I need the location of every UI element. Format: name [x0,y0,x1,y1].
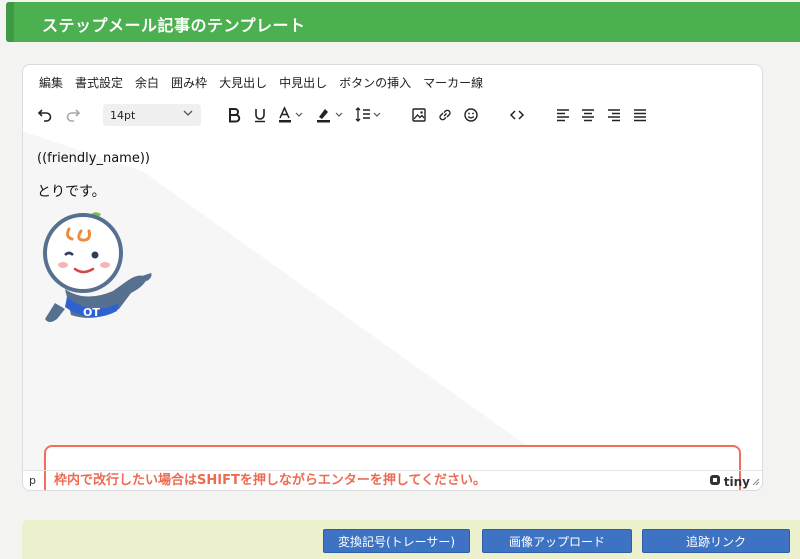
font-size-value: 14pt [110,108,136,122]
content-line-greeting: とりです。 [37,184,106,200]
tiny-brand-text: tiny [723,474,750,489]
highlight-color-icon[interactable] [315,104,347,126]
header-bar: ステップメール記事のテンプレート [6,2,800,42]
editor-toolbar: 14pt [23,99,762,131]
chevron-down-icon [183,108,193,121]
editor-content-area[interactable]: ((friendly_name)) とりです。 OT 枠内で改行したい場合はSH… [23,131,762,490]
menu-box[interactable]: 囲み枠 [171,74,207,91]
resize-handle-icon[interactable] [752,471,760,490]
align-justify-icon[interactable] [630,104,650,126]
align-left-icon[interactable] [553,104,573,126]
conversion-code-button[interactable]: 変換記号(トレーサー) [323,529,470,553]
menu-marker-line[interactable]: マーカー線 [423,74,483,91]
font-size-select[interactable]: 14pt [103,104,201,126]
emoji-icon[interactable] [461,104,481,126]
mascot-sash-label: OT [83,306,100,319]
menu-edit[interactable]: 編集 [39,74,63,91]
code-icon[interactable] [507,104,527,126]
mascot-image[interactable]: OT [35,211,155,335]
redo-icon[interactable] [63,104,83,126]
menu-insert-button[interactable]: ボタンの挿入 [339,74,411,91]
align-center-icon[interactable] [578,104,598,126]
menu-large-heading[interactable]: 大見出し [219,74,267,91]
element-path[interactable]: p [29,474,36,487]
menu-format[interactable]: 書式設定 [75,74,123,91]
tracking-link-button[interactable]: 追跡リンク [642,529,790,553]
undo-icon[interactable] [35,104,55,126]
tiny-brand-link[interactable]: tiny [709,474,750,489]
footer-bar: 変換記号(トレーサー) 画像アップロード 追跡リンク [22,520,800,559]
bold-icon[interactable] [225,104,243,126]
editor-menubar: 編集 書式設定 余白 囲み枠 大見出し 中見出し ボタンの挿入 マーカー線 [23,65,762,99]
content-line-friendly-name: ((friendly_name)) [37,151,150,166]
tiny-logo-icon [709,474,721,489]
menu-medium-heading[interactable]: 中見出し [279,74,327,91]
page-title: ステップメール記事のテンプレート [42,16,306,35]
image-icon[interactable] [409,104,429,126]
link-icon[interactable] [435,104,455,126]
page: ステップメール記事のテンプレート 編集 書式設定 余白 囲み枠 大見出し 中見出… [0,0,800,559]
underline-icon[interactable] [251,104,269,126]
text-color-icon[interactable] [277,104,307,126]
rich-text-editor: 編集 書式設定 余白 囲み枠 大見出し 中見出し ボタンの挿入 マーカー線 14… [22,64,763,491]
align-right-icon[interactable] [604,104,624,126]
line-height-icon[interactable] [353,104,385,126]
menu-margin[interactable]: 余白 [135,74,159,91]
editor-statusbar: p tiny [23,470,762,490]
image-upload-button[interactable]: 画像アップロード [482,529,632,553]
